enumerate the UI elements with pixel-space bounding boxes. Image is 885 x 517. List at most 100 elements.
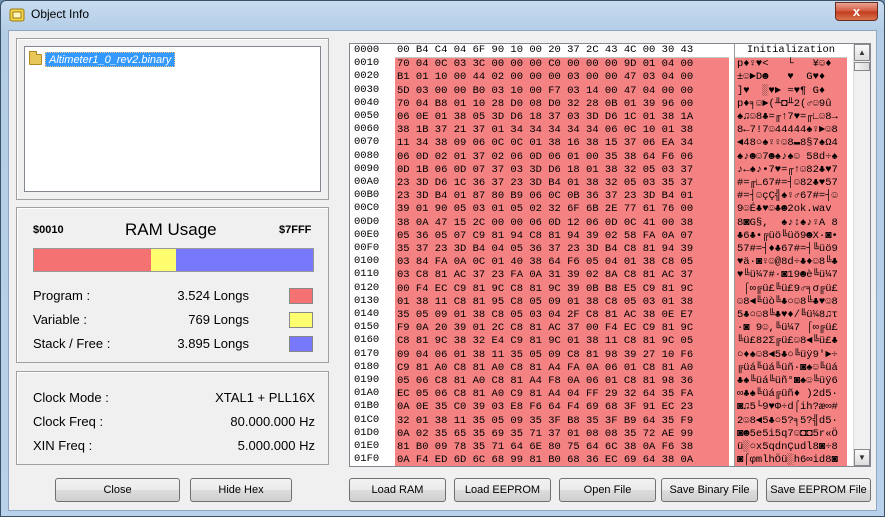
hex-row-bytes: EC 05 06 C8 81 A0 C9 81 A4 04 FF 29 32 6… xyxy=(397,388,694,401)
hex-row-address: 0060 xyxy=(354,123,380,136)
hex-row-bytes: 00 F4 EC C9 81 9C C8 81 9C 39 0B B8 E5 C… xyxy=(397,282,694,295)
variable-color-swatch xyxy=(289,312,313,328)
ram-bar-program xyxy=(34,249,152,271)
hex-row-address: 01C0 xyxy=(354,413,380,426)
window-close-button[interactable]: x xyxy=(835,2,878,21)
hex-row-ascii: ü░○x5qdnÇudl8◙÷8 xyxy=(737,441,838,454)
hex-row-bytes: 23 3D B4 01 87 80 B9 06 0C 0B 36 37 23 3… xyxy=(397,190,694,203)
hex-row-address: 00A0 xyxy=(354,176,380,189)
clock-mode-label: Clock Mode : xyxy=(33,390,109,405)
hex-address-column: 0000 0010 0020 0030 0040 0050 0060 0070 0080 0090… xyxy=(350,44,394,466)
hex-row-ascii: ∙◙ 9☺,╚ü¼7 ⌠∞╔ü£ xyxy=(737,322,838,335)
hex-row-bytes: 32 01 38 11 35 05 09 35 3F B8 35 3F B9 6… xyxy=(397,414,694,427)
hex-row-ascii: ♣6♣•╔üö╚üö9☻X·◙• xyxy=(737,229,838,242)
window-title: Object Info xyxy=(31,7,90,21)
hex-row-address: 0010 xyxy=(354,57,380,70)
hex-row-ascii: ☺8◄╚üò╚♣○☺8╚♣♥☺8 xyxy=(737,295,838,308)
hex-row-ascii: ♥╚ü¼7#·◙19☻è╚ü¼7 xyxy=(737,269,838,282)
hex-row-address: 0020 xyxy=(354,70,380,83)
hex-row-bytes: 70 04 B8 01 10 28 D0 08 D0 32 28 0B 01 3… xyxy=(397,97,694,110)
hex-row-address: 0150 xyxy=(354,321,380,334)
scroll-up-button[interactable]: ▲ xyxy=(854,44,870,61)
hex-row-bytes: 09 04 06 01 38 11 35 05 09 C8 81 98 39 2… xyxy=(397,348,694,361)
hex-row-address: 0180 xyxy=(354,360,380,373)
save-binary-file-button[interactable]: Save Binary File xyxy=(661,478,758,502)
hex-row-ascii: ○♦♠☺8◄5♣○╚üÿ9'►÷ xyxy=(737,348,838,361)
hex-row-ascii: ◙♫5└9♥Φ÷d⌠ih?æ∞# xyxy=(737,401,838,414)
hex-row-bytes: 70 04 0C 03 3C 00 00 00 C0 00 00 00 9D 0… xyxy=(397,58,694,71)
scroll-thumb[interactable] xyxy=(854,62,870,71)
hex-row-bytes: 0A 0E 35 C0 39 03 E8 F6 64 F4 69 68 3F 9… xyxy=(397,401,694,414)
ram-bar-variable xyxy=(151,249,177,271)
hex-row-ascii: ⌠∞╔ü£╚ü£9♂╕σ╔ü£ xyxy=(737,282,838,295)
hex-row-bytes: 03 84 FA 0A 0C 01 40 38 64 F6 05 04 01 3… xyxy=(397,256,694,269)
hex-row-ascii: 2☺8◄5♣○5?╕5?╣d5∙ xyxy=(737,414,838,427)
variable-label: Variable : xyxy=(33,312,87,327)
hex-row-address: 0130 xyxy=(354,294,380,307)
hex-row-bytes: 39 01 90 05 03 01 05 02 32 6F 6B 2E 77 6… xyxy=(397,203,694,216)
hex-row-bytes: 35 05 09 01 38 C8 05 03 04 2F C8 81 AC 3… xyxy=(397,309,694,322)
stack-free-value: 3.895 Longs xyxy=(177,336,249,351)
hex-row-address: 0050 xyxy=(354,110,380,123)
scroll-down-button[interactable]: ▼ xyxy=(854,449,870,466)
stack-free-color-swatch xyxy=(289,336,313,352)
hex-row-address: 00D0 xyxy=(354,215,380,228)
hex-row-address: 0100 xyxy=(354,255,380,268)
hex-row-address: 0160 xyxy=(354,334,380,347)
hex-row-ascii: ╚ü£82Σ╔ü£☺8◄╚ü£♣ xyxy=(737,335,838,348)
hex-view[interactable]: 0000 0010 0020 0030 0040 0050 0060 0070 0080 0090… xyxy=(349,43,871,467)
hex-row-ascii: ♠♫☺8♣=╓↑7♥=╓∟☺8→ xyxy=(737,111,838,124)
folder-icon xyxy=(29,50,42,65)
tree-item-file[interactable]: Altimeter1_0_rev2.binary xyxy=(29,50,176,67)
hex-row-ascii: ╔üá╚üá╚üñ·◙♠☺╚üá xyxy=(737,361,838,374)
hide-hex-button[interactable]: Hide Hex xyxy=(190,478,292,502)
open-file-button[interactable]: Open File xyxy=(559,478,656,502)
title-bar[interactable]: Object Info x xyxy=(1,1,884,29)
hex-row-address: 00F0 xyxy=(354,242,380,255)
hex-ascii-column: Initialization p♦♀♥< └ ¥☺♦ ±☺►D☻ ♥ G♥♦ ]♥… xyxy=(734,44,847,467)
hex-row-bytes: 81 B0 09 78 35 71 64 6E 80 75 64 6C 38 0… xyxy=(397,441,694,454)
hex-row-bytes: C8 81 9C 38 32 E4 C9 81 9C 01 38 11 C8 8… xyxy=(397,335,694,348)
clock-mode-value: XTAL1 + PLL16X xyxy=(215,390,315,405)
hex-row-ascii: #=┤☺çÇ╣♠♀♂67#=┤☺ xyxy=(737,190,838,203)
hex-row-ascii: ◙⌠φmlhÖü░h6∞id8◙ xyxy=(737,454,838,467)
ram-usage-title: RAM Usage xyxy=(125,220,217,239)
hex-row-address: 0040 xyxy=(354,96,380,109)
tree-item-label: Altimeter1_0_rev2.binary xyxy=(45,51,176,67)
hex-row-bytes: 0A F4 ED 6D 6C 68 99 81 B0 68 36 EC 69 6… xyxy=(397,454,694,467)
hex-row-ascii: ∞♣♠╚üá╔üñ♦ )2d5· xyxy=(737,388,838,401)
hex-row-ascii: 9☺É♣♥☺♣☻2ok.wav xyxy=(737,203,838,216)
hex-row-ascii: ◄48○♠♀♀☺8▬8§7♠Ω4 xyxy=(737,137,838,150)
clock-freq-value: 80.000.000 Hz xyxy=(230,414,315,429)
hex-row-ascii: ♪←♠♪•7♥=╓↑☺82♣♥7 xyxy=(737,163,838,176)
hex-row-bytes: C9 81 A0 C8 81 A0 C8 81 A4 FA 0A 06 01 C… xyxy=(397,361,694,374)
hex-row-ascii: 8◙G§, ♠♪↕♠♪♀A 8 xyxy=(737,216,838,229)
hex-row-bytes: 5D 03 00 00 B0 03 10 00 F7 03 14 00 47 0… xyxy=(397,84,694,97)
hex-row-ascii: ♣♠╚üá╚üñ°◙♠☺╚üÿ6 xyxy=(737,375,838,388)
save-eeprom-file-button[interactable]: Save EEPROM File xyxy=(766,478,871,502)
hex-row-address: 00B0 xyxy=(354,189,380,202)
load-ram-button[interactable]: Load RAM xyxy=(349,478,446,502)
program-label: Program : xyxy=(33,288,91,303)
load-eeprom-button[interactable]: Load EEPROM xyxy=(454,478,551,502)
hex-row-bytes: 03 C8 81 AC 37 23 FA 0A 31 39 02 8A C8 8… xyxy=(397,269,694,282)
hex-row-address: 0090 xyxy=(354,162,380,175)
hex-row-ascii: ◙☻5e5i5q7☺◘◘5r«Ö xyxy=(737,427,838,440)
xin-freq-value: 5.000.000 Hz xyxy=(237,438,315,453)
clock-freq-label: Clock Freq : xyxy=(33,414,104,429)
hex-row-ascii: 8←7!7☺44444♠♀►☺8 xyxy=(737,124,838,137)
hex-vertical-scrollbar[interactable]: ▲ ▼ xyxy=(853,44,870,466)
file-tree[interactable]: Altimeter1_0_rev2.binary xyxy=(24,46,321,192)
hex-row-ascii: 57#=┤♦♣67#=┤╚üö9 xyxy=(737,243,838,256)
hex-row-address: 0120 xyxy=(354,281,380,294)
hex-row-address: 0170 xyxy=(354,347,380,360)
hex-row-address: 0080 xyxy=(354,149,380,162)
xin-freq-label: XIN Freq : xyxy=(33,438,93,453)
ram-end-address: $7FFF xyxy=(279,224,312,236)
hex-row-ascii: p♦╕☺►(╨◘╨2(♂☺9û xyxy=(737,97,838,110)
hex-row-bytes: 23 3D D6 1C 36 37 23 3D B4 01 38 32 05 0… xyxy=(397,177,694,190)
object-info-window: Object Info x Altimeter1_0_rev2.binary $… xyxy=(0,0,885,517)
hex-row-address: 01B0 xyxy=(354,400,380,413)
close-button[interactable]: Close xyxy=(55,478,180,502)
hex-row-ascii: ♥ä·◙♀☺@8d÷♣♦☺8╚♣ xyxy=(737,256,838,269)
